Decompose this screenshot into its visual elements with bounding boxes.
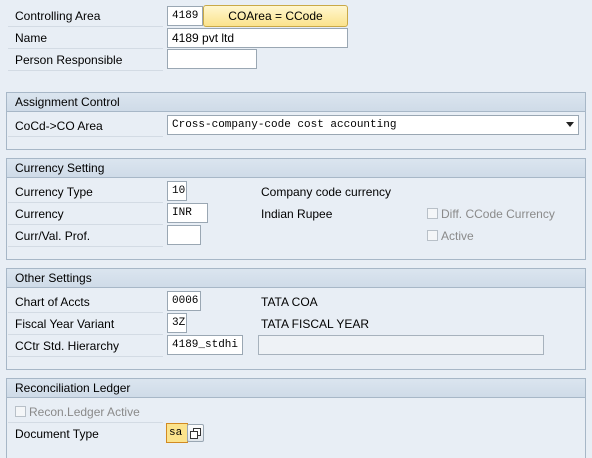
- cocd-co-area-selected: Cross-company-code cost accounting: [172, 119, 397, 131]
- chart-of-accts-description: TATA COA: [261, 295, 318, 309]
- person-responsible-label: Person Responsible: [15, 53, 123, 67]
- controlling-area-label: Controlling Area: [15, 9, 101, 23]
- currency-description: Indian Rupee: [261, 207, 333, 221]
- checkbox-icon: [427, 208, 438, 219]
- chevron-down-icon[interactable]: [566, 122, 574, 127]
- fiscal-year-variant-field[interactable]: 3Z: [167, 313, 187, 333]
- document-type-field[interactable]: sa: [166, 423, 188, 443]
- cctr-std-hierarchy-description-field: [258, 335, 544, 355]
- row-divider: [8, 224, 163, 225]
- value-help-button[interactable]: [187, 424, 204, 442]
- cocd-co-area-label: CoCd->CO Area: [15, 119, 103, 133]
- currency-setting-title: Currency Setting: [7, 159, 585, 178]
- currency-type-field[interactable]: 10: [167, 181, 187, 201]
- checkbox-icon: [427, 230, 438, 241]
- active-label: Active: [441, 229, 474, 243]
- row-divider: [8, 136, 163, 137]
- row-divider: [8, 334, 163, 335]
- checkbox-icon: [15, 406, 26, 417]
- row-divider: [8, 48, 163, 49]
- curr-val-prof-field[interactable]: [167, 225, 201, 245]
- coarea-equals-ccode-button[interactable]: COArea = CCode: [203, 5, 348, 27]
- person-responsible-field[interactable]: [167, 49, 257, 69]
- name-field[interactable]: 4189 pvt ltd: [167, 28, 348, 48]
- recon-ledger-active-checkbox: Recon.Ledger Active: [15, 402, 140, 422]
- row-divider: [8, 356, 163, 357]
- row-divider: [8, 202, 163, 203]
- currency-type-label: Currency Type: [15, 185, 93, 199]
- copy-icon-back: [190, 431, 198, 439]
- row-divider: [8, 246, 163, 247]
- document-type-label: Document Type: [15, 427, 99, 441]
- chart-of-accts-field[interactable]: 0006: [167, 291, 201, 311]
- chart-of-accts-label: Chart of Accts: [15, 295, 90, 309]
- curr-val-prof-label: Curr/Val. Prof.: [15, 229, 91, 243]
- diff-ccode-currency-checkbox: Diff. CCode Currency: [427, 204, 555, 224]
- active-checkbox: Active: [427, 226, 474, 246]
- fiscal-year-variant-description: TATA FISCAL YEAR: [261, 317, 370, 331]
- recon-ledger-active-label: Recon.Ledger Active: [29, 405, 140, 419]
- cctr-std-hierarchy-field[interactable]: 4189_stdhi: [167, 335, 243, 355]
- name-label: Name: [15, 31, 48, 45]
- fiscal-year-variant-label: Fiscal Year Variant: [15, 317, 115, 331]
- diff-ccode-currency-label: Diff. CCode Currency: [441, 207, 555, 221]
- row-divider: [8, 312, 163, 313]
- currency-field[interactable]: INR: [167, 203, 208, 223]
- row-divider: [8, 26, 163, 27]
- currency-label: Currency: [15, 207, 64, 221]
- reconciliation-ledger-title: Reconciliation Ledger: [7, 379, 585, 398]
- cctr-std-hierarchy-label: CCtr Std. Hierarchy: [15, 339, 120, 353]
- row-divider: [8, 70, 163, 71]
- row-divider: [8, 422, 163, 423]
- assignment-control-title: Assignment Control: [7, 93, 585, 112]
- controlling-area-field[interactable]: 4189: [167, 6, 203, 26]
- other-settings-title: Other Settings: [7, 269, 585, 288]
- cocd-co-area-dropdown[interactable]: Cross-company-code cost accounting: [167, 115, 579, 135]
- currency-type-description: Company code currency: [261, 185, 392, 199]
